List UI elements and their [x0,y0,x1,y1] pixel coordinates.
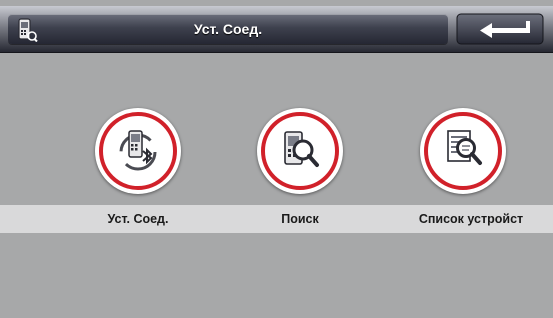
back-arrow-icon [456,13,544,45]
title-bar: Уст. Соед. [0,6,553,53]
connect-setup-button[interactable] [95,108,181,194]
phone-search-icon [284,131,319,167]
page-title: Уст. Соед. [193,21,263,37]
search-circle [257,108,343,194]
title-pill: Уст. Соед. [8,14,448,44]
phone-bluetooth-icon [119,130,157,171]
search-label[interactable]: Поиск [250,205,350,233]
device-list-search-icon [447,130,482,165]
device-list-circle [420,108,506,194]
search-button[interactable] [257,108,343,194]
connect-setup-ring [99,112,177,190]
search-ring [261,112,339,190]
menu-label-band: Уст. Соед. Поиск Список устройст [0,205,553,233]
device-list-button[interactable] [420,108,506,194]
connect-setup-label[interactable]: Уст. Соед. [88,205,188,233]
device-list-label[interactable]: Список устройст [396,205,546,233]
device-list-ring [424,112,502,190]
back-button[interactable] [456,12,546,46]
screen: Уст. Соед. Уст. Соед. Поиск Список устро… [0,0,553,318]
connect-setup-circle [95,108,181,194]
